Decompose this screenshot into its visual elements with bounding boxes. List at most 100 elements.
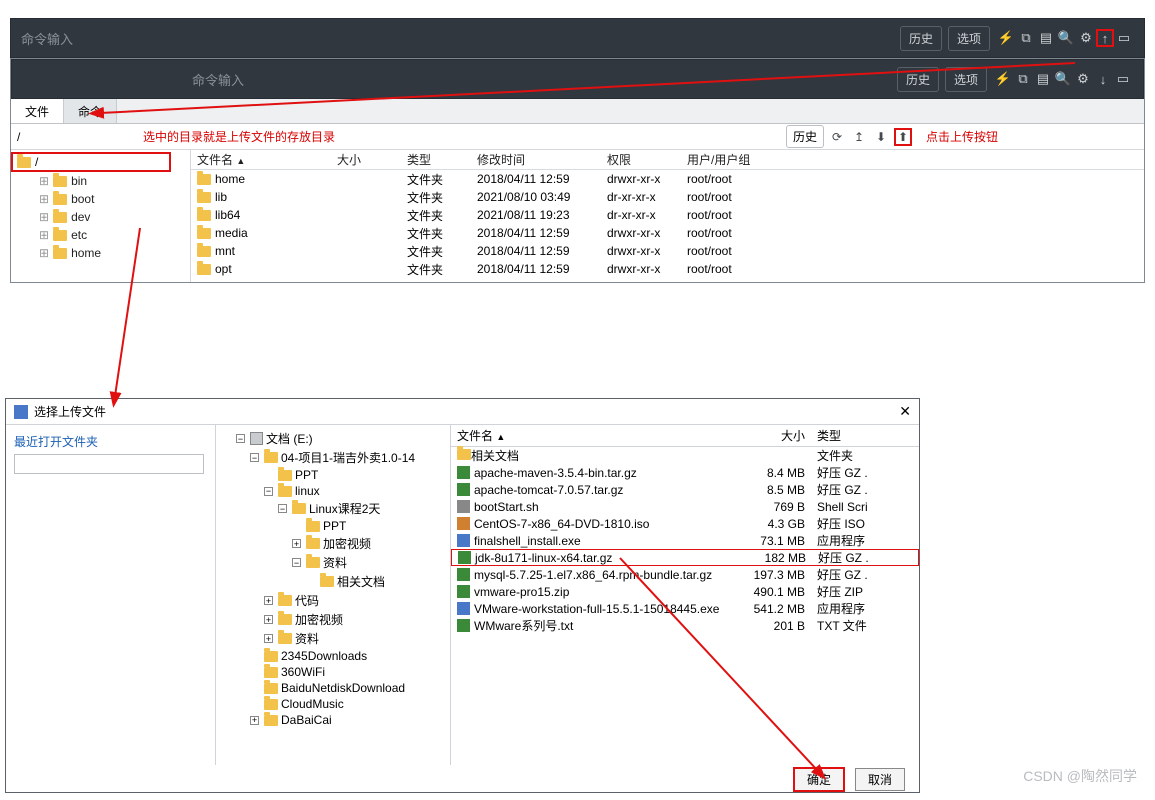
tree-node[interactable]: 2345Downloads [216,648,450,664]
picker-header[interactable]: 文件名 ▲ 大小 类型 [451,425,919,447]
copy-icon[interactable]: ⧉ [1016,28,1036,48]
download-icon[interactable]: ↓ [1093,69,1113,89]
file-row[interactable]: opt 文件夹 2018/04/11 12:59 drwxr-xr-x root… [191,260,1144,278]
bolt-icon[interactable]: ⚡ [996,28,1016,48]
options-button[interactable]: 选项 [948,26,990,51]
options-button[interactable]: 选项 [945,67,987,92]
tree-expander[interactable]: + [264,596,273,605]
tree-expander[interactable]: ⊞ [39,210,49,224]
tree-expander[interactable]: + [264,615,273,624]
col-size[interactable]: 大小 [331,151,401,168]
tree-node[interactable]: PPT [216,467,450,483]
command-input-2[interactable]: 命令输入 [192,70,891,89]
picker-row[interactable]: vmware-pro15.zip 490.1 MB 好压 ZIP [451,583,919,600]
tab-command[interactable]: 命令 [64,99,117,123]
dir-tree[interactable]: / ⊞bin⊞boot⊞dev⊞etc⊞home [11,150,191,282]
tree-node[interactable]: ⊞home [11,244,190,262]
col-size[interactable]: 大小 [741,427,811,444]
picker-row[interactable]: VMware-workstation-full-15.5.1-15018445.… [451,600,919,617]
search-icon[interactable]: 🔍 [1056,28,1076,48]
tree-expander[interactable]: − [236,434,245,443]
tree-node[interactable]: −linux [216,483,450,499]
col-type[interactable]: 类型 [811,427,891,444]
tree-node[interactable]: −04-项目1-瑞吉外卖1.0-14 [216,448,450,467]
gear-icon[interactable]: ⚙ [1073,69,1093,89]
tree-expander[interactable]: ⊞ [39,192,49,206]
col-name[interactable]: 文件名 ▲ [451,427,741,444]
file-row[interactable]: mnt 文件夹 2018/04/11 12:59 drwxr-xr-x root… [191,242,1144,260]
copy-icon[interactable]: ⧉ [1013,69,1033,89]
ok-button[interactable]: 确定 [793,767,845,792]
tree-expander[interactable]: − [264,487,273,496]
picker-row[interactable]: 相关文档 文件夹 [451,447,919,464]
refresh-icon[interactable]: ⟳ [828,128,846,146]
tree-node[interactable]: ⊞etc [11,226,190,244]
picker-row[interactable]: WMware系列号.txt 201 B TXT 文件 [451,617,919,634]
tree-node[interactable]: ⊞bin [11,172,190,190]
picker-row[interactable]: apache-maven-3.5.4-bin.tar.gz 8.4 MB 好压 … [451,464,919,481]
tree-node[interactable]: −资料 [216,553,450,572]
history-button[interactable]: 历史 [897,67,939,92]
command-input-1[interactable]: 命令输入 [21,29,894,48]
picker-row[interactable]: jdk-8u171-linux-x64.tar.gz 182 MB 好压 GZ … [451,549,919,566]
col-perm[interactable]: 权限 [601,151,681,168]
col-mtime[interactable]: 修改时间 [471,151,601,168]
cancel-button[interactable]: 取消 [855,768,905,791]
tree-node[interactable]: −Linux课程2天 [216,499,450,518]
tree-node[interactable]: +加密视频 [216,534,450,553]
file-row[interactable]: media 文件夹 2018/04/11 12:59 drwxr-xr-x ro… [191,224,1144,242]
tree-expander[interactable]: ⊞ [39,174,49,188]
tree-expander[interactable]: + [264,634,273,643]
tree-node[interactable]: +加密视频 [216,610,450,629]
tree-expander[interactable]: ⊞ [39,246,49,260]
folder-tree[interactable]: −文档 (E:)−04-项目1-瑞吉外卖1.0-14PPT−linux−Linu… [216,425,451,765]
tree-root[interactable]: / [11,152,171,172]
file-row[interactable]: lib64 文件夹 2021/08/11 19:23 dr-xr-xr-x ro… [191,206,1144,224]
tree-node[interactable]: +代码 [216,591,450,610]
col-name[interactable]: 文件名 ▲ [191,151,331,168]
file-list-header[interactable]: 文件名 ▲ 大小 类型 修改时间 权限 用户/用户组 [191,150,1144,170]
picker-row[interactable]: bootStart.sh 769 B Shell Scri [451,498,919,515]
dialog-titlebar[interactable]: 选择上传文件 ✕ [6,399,919,425]
tree-expander[interactable]: − [278,504,287,513]
tree-node[interactable]: 相关文档 [216,572,450,591]
tree-expander[interactable]: ⊞ [39,228,49,242]
bolt-icon[interactable]: ⚡ [993,69,1013,89]
tree-node[interactable]: ⊞dev [11,208,190,226]
upload-icon[interactable]: ↑ [1096,29,1114,47]
tree-expander[interactable]: − [250,453,259,462]
current-path[interactable]: / [17,130,67,144]
history-button[interactable]: 历史 [900,26,942,51]
tree-expander[interactable]: + [250,716,259,725]
tree-node[interactable]: 360WiFi [216,664,450,680]
tree-node[interactable]: ⊞boot [11,190,190,208]
tree-node[interactable]: −文档 (E:) [216,429,450,448]
window-icon[interactable]: ▭ [1114,28,1134,48]
col-type[interactable]: 类型 [401,151,471,168]
picker-row[interactable]: finalshell_install.exe 73.1 MB 应用程序 [451,532,919,549]
tree-node[interactable]: CloudMusic [216,696,450,712]
download-icon[interactable]: ⬇ [872,128,890,146]
tree-node[interactable]: +资料 [216,629,450,648]
tab-file[interactable]: 文件 [11,99,64,123]
picker-row[interactable]: CentOS-7-x86_64-DVD-1810.iso 4.3 GB 好压 I… [451,515,919,532]
upload-button[interactable]: ⬆ [894,128,912,146]
gear-icon[interactable]: ⚙ [1076,28,1096,48]
search-icon[interactable]: 🔍 [1053,69,1073,89]
file-row[interactable]: lib 文件夹 2021/08/10 03:49 dr-xr-xr-x root… [191,188,1144,206]
picker-row[interactable]: mysql-5.7.25-1.el7.x86_64.rpm-bundle.tar… [451,566,919,583]
col-owner[interactable]: 用户/用户组 [681,151,781,168]
picker-row[interactable]: apache-tomcat-7.0.57.tar.gz 8.5 MB 好压 GZ… [451,481,919,498]
tree-expander[interactable]: + [292,539,301,548]
paste-icon[interactable]: ▤ [1033,69,1053,89]
up-dir-icon[interactable]: ↥ [850,128,868,146]
tree-node[interactable]: +DaBaiCai [216,712,450,728]
tree-node[interactable]: PPT [216,518,450,534]
paste-icon[interactable]: ▤ [1036,28,1056,48]
recent-input[interactable] [14,454,204,474]
window-icon[interactable]: ▭ [1113,69,1133,89]
history-button[interactable]: 历史 [786,125,824,148]
tree-node[interactable]: BaiduNetdiskDownload [216,680,450,696]
close-icon[interactable]: ✕ [899,403,911,420]
tree-expander[interactable]: − [292,558,301,567]
